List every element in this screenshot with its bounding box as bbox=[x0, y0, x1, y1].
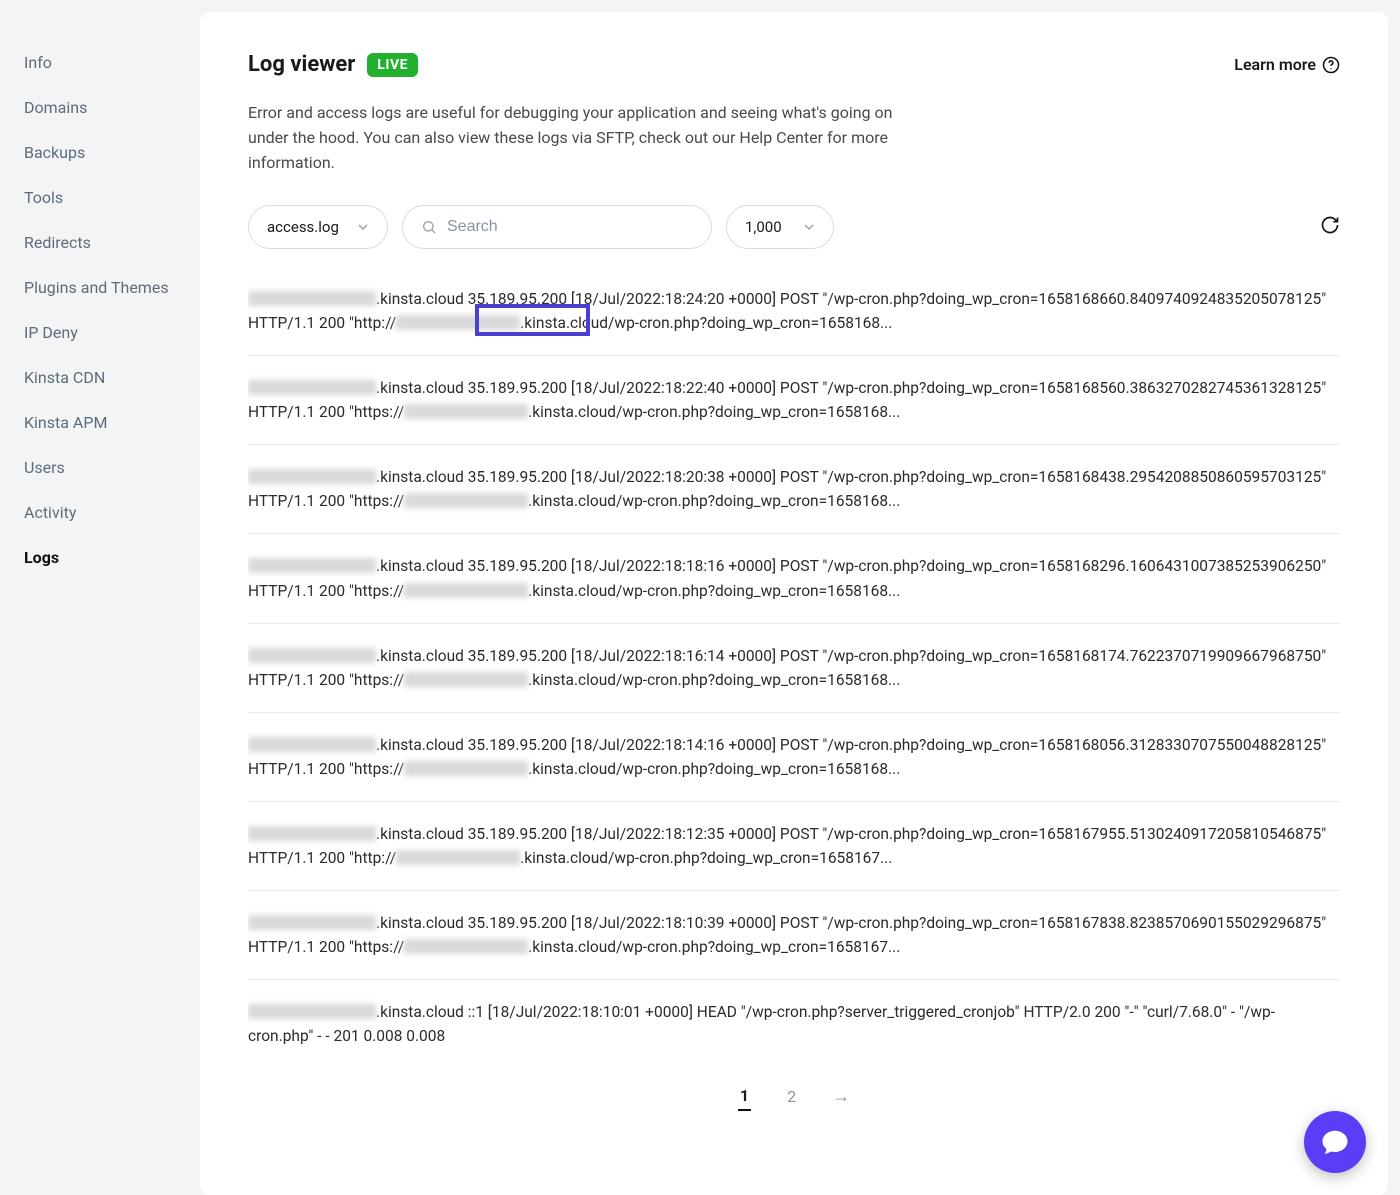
controls-row: access.log 1,000 bbox=[248, 205, 1340, 249]
log-text: .kinsta.cloud/wp-cron.php?doing_wp_cron=… bbox=[528, 492, 900, 510]
sidebar: InfoDomainsBackupsToolsRedirectsPlugins … bbox=[0, 0, 200, 1195]
log-entry[interactable]: .kinsta.cloud 35.189.95.200 [18/Jul/2022… bbox=[248, 444, 1340, 533]
pagination: 1 2 → bbox=[248, 1082, 1340, 1111]
redacted-host bbox=[248, 915, 376, 930]
redacted-host bbox=[396, 315, 520, 330]
log-text: .kinsta.cloud ::1 [18/Jul/2022:18:10:01 … bbox=[248, 1003, 1275, 1045]
log-entry[interactable]: .kinsta.cloud 35.189.95.200 [18/Jul/2022… bbox=[248, 801, 1340, 890]
log-entry[interactable]: .kinsta.cloud 35.189.95.200 [18/Jul/2022… bbox=[248, 890, 1340, 979]
redacted-host bbox=[404, 939, 528, 954]
description-text: Error and access logs are useful for deb… bbox=[248, 101, 908, 175]
limit-select[interactable]: 1,000 bbox=[726, 205, 834, 249]
chevron-down-icon bbox=[357, 221, 369, 233]
redacted-host bbox=[248, 380, 376, 395]
redacted-host bbox=[248, 826, 376, 841]
log-text: .kinsta.cloud/wp-cron.php?doing_wp_cron=… bbox=[528, 671, 900, 689]
page-next[interactable]: → bbox=[832, 1086, 850, 1107]
log-entry[interactable]: .kinsta.cloud ::1 [18/Jul/2022:18:10:01 … bbox=[248, 979, 1340, 1068]
help-icon bbox=[1322, 56, 1340, 74]
log-entry[interactable]: .kinsta.cloud 35.189.95.200 [18/Jul/2022… bbox=[248, 287, 1340, 355]
search-input[interactable] bbox=[447, 218, 693, 236]
main-panel: Log viewer LIVE Learn more Error and acc… bbox=[200, 12, 1388, 1195]
sidebar-item-kinsta-apm[interactable]: Kinsta APM bbox=[24, 400, 200, 445]
redacted-host bbox=[248, 291, 376, 306]
refresh-button[interactable] bbox=[1320, 215, 1340, 239]
refresh-icon bbox=[1320, 215, 1340, 235]
redacted-host bbox=[248, 558, 376, 573]
learn-more-link[interactable]: Learn more bbox=[1234, 55, 1340, 74]
redacted-host bbox=[404, 761, 528, 776]
learn-more-label: Learn more bbox=[1234, 55, 1316, 74]
sidebar-item-ip-deny[interactable]: IP Deny bbox=[24, 310, 200, 355]
log-text: .kinsta.cloud/wp-cron.php?doing_wp_cron=… bbox=[528, 403, 900, 421]
sidebar-item-info[interactable]: Info bbox=[24, 40, 200, 85]
redacted-host bbox=[404, 493, 528, 508]
log-file-value: access.log bbox=[267, 218, 339, 236]
page-link-2[interactable]: 2 bbox=[787, 1087, 796, 1106]
redacted-host bbox=[404, 672, 528, 687]
sidebar-item-users[interactable]: Users bbox=[24, 445, 200, 490]
chat-icon bbox=[1320, 1127, 1350, 1157]
sidebar-item-domains[interactable]: Domains bbox=[24, 85, 200, 130]
search-box[interactable] bbox=[402, 205, 712, 249]
log-text: .kinsta.cloud/wp-cron.php?doing_wp_cron=… bbox=[520, 849, 892, 867]
log-entry[interactable]: .kinsta.cloud 35.189.95.200 [18/Jul/2022… bbox=[248, 712, 1340, 801]
chat-widget[interactable] bbox=[1304, 1111, 1366, 1173]
log-entry[interactable]: .kinsta.cloud 35.189.95.200 [18/Jul/2022… bbox=[248, 355, 1340, 444]
redacted-host bbox=[404, 404, 528, 419]
limit-value: 1,000 bbox=[745, 218, 782, 236]
log-text: .kinsta.cloud/wp-cron.php?doing_wp_cron=… bbox=[528, 582, 900, 600]
sidebar-item-logs[interactable]: Logs bbox=[24, 535, 200, 580]
live-badge: LIVE bbox=[367, 53, 418, 77]
log-text: .kinsta.cloud/wp-cron.php?doing_wp_cron=… bbox=[520, 314, 892, 332]
log-text: .kinsta.cloud/wp-cron.php?doing_wp_cron=… bbox=[528, 938, 900, 956]
redacted-host bbox=[396, 850, 520, 865]
chevron-down-icon bbox=[803, 221, 815, 233]
log-text: .kinsta.cloud/wp-cron.php?doing_wp_cron=… bbox=[528, 760, 900, 778]
sidebar-item-plugins-and-themes[interactable]: Plugins and Themes bbox=[24, 265, 200, 310]
sidebar-item-backups[interactable]: Backups bbox=[24, 130, 200, 175]
search-icon bbox=[421, 219, 437, 235]
redacted-host bbox=[404, 583, 528, 598]
page-current: 1 bbox=[738, 1082, 751, 1111]
redacted-host bbox=[248, 648, 376, 663]
log-entry[interactable]: .kinsta.cloud 35.189.95.200 [18/Jul/2022… bbox=[248, 623, 1340, 712]
redacted-host bbox=[248, 737, 376, 752]
redacted-host bbox=[248, 1004, 376, 1019]
page-title: Log viewer bbox=[248, 52, 355, 77]
log-list: .kinsta.cloud 35.189.95.200 [18/Jul/2022… bbox=[248, 287, 1340, 1067]
log-entry[interactable]: .kinsta.cloud 35.189.95.200 [18/Jul/2022… bbox=[248, 533, 1340, 622]
sidebar-item-activity[interactable]: Activity bbox=[24, 490, 200, 535]
log-file-select[interactable]: access.log bbox=[248, 205, 388, 249]
sidebar-item-redirects[interactable]: Redirects bbox=[24, 220, 200, 265]
sidebar-item-kinsta-cdn[interactable]: Kinsta CDN bbox=[24, 355, 200, 400]
redacted-host bbox=[248, 469, 376, 484]
sidebar-item-tools[interactable]: Tools bbox=[24, 175, 200, 220]
